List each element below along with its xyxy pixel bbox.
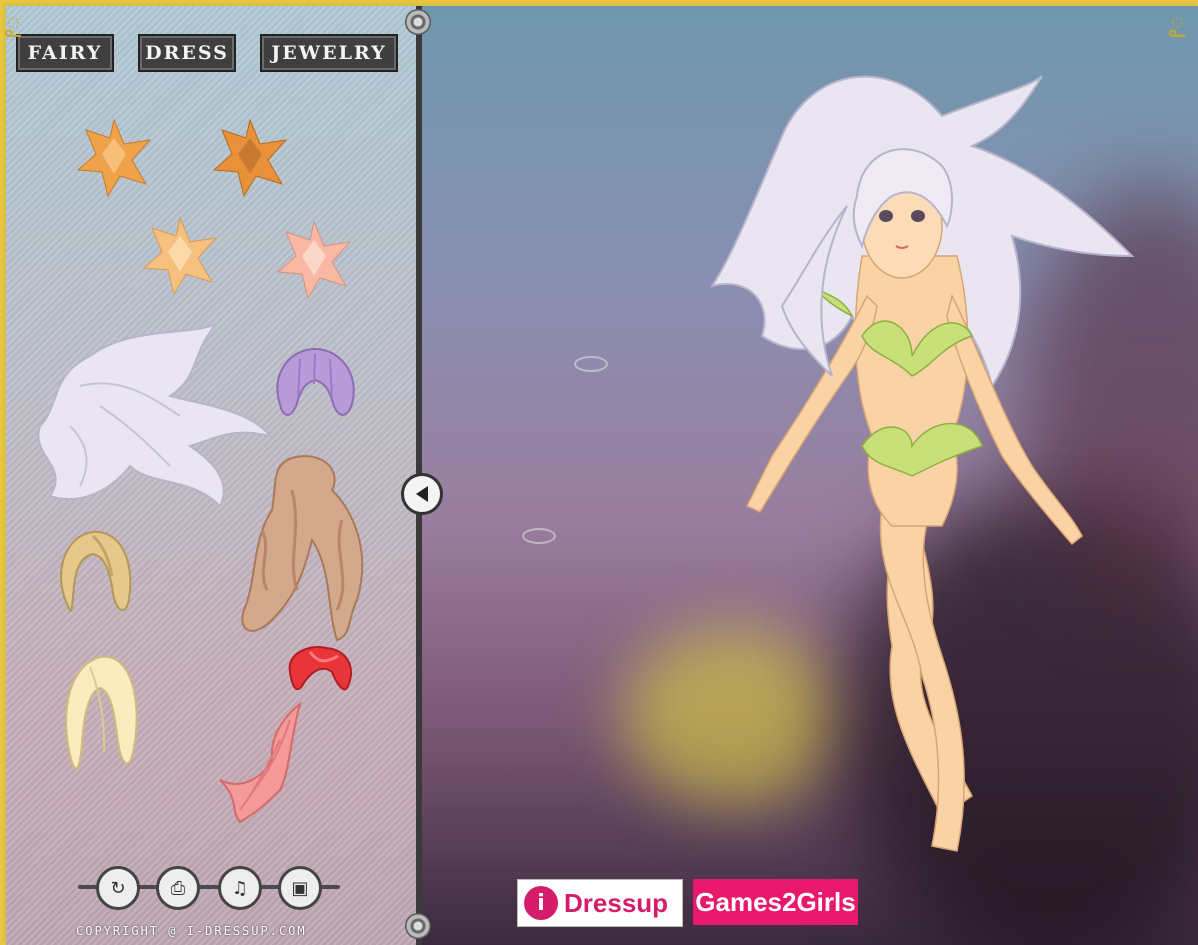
print-icon: ⎙ (170, 877, 186, 899)
fairy-stage (422, 6, 1198, 945)
tab-fairy[interactable]: FAIRY (16, 34, 114, 72)
game-frame: FAIRY DRESS JEWELRY ↻ ⎙ ♫ ▣ COPYRIGHT @ … (0, 0, 1198, 945)
hair-blonde-bob-item[interactable] (60, 652, 140, 776)
music-icon: ♫ (231, 877, 249, 899)
chevron-left-icon (416, 486, 428, 502)
sparkle-dust (522, 528, 556, 544)
sparkle-dust (574, 356, 608, 372)
copyright-text: COPYRIGHT @ I-DRESSUP.COM (76, 924, 307, 938)
hair-pink-long-item[interactable] (210, 700, 310, 826)
gear-icon (405, 913, 431, 939)
reset-button[interactable]: ↻ (96, 866, 140, 910)
tab-jewelry[interactable]: JEWELRY (260, 34, 398, 72)
hair-red-bun-item[interactable] (282, 642, 358, 698)
save-image-icon: ▣ (291, 877, 309, 899)
hair-blonde-short-item[interactable] (48, 526, 138, 618)
tab-dress[interactable]: DRESS (138, 34, 236, 72)
bottom-toolbar: ↻ ⎙ ♫ ▣ (78, 866, 340, 910)
games2girls-logo-link[interactable]: Games2Girls (693, 879, 858, 925)
gear-icon (405, 9, 431, 35)
reset-icon: ↻ (110, 877, 126, 899)
star-orange-dark-item[interactable] (210, 118, 290, 198)
collapse-panel-button[interactable] (401, 473, 443, 515)
idressup-badge: i (524, 886, 558, 920)
fairy-character (709, 75, 1135, 852)
star-peach-item[interactable] (140, 216, 220, 296)
wardrobe-panel: FAIRY DRESS JEWELRY ↻ ⎙ ♫ ▣ COPYRIGHT @ … (6, 6, 422, 945)
print-button[interactable]: ⎙ (156, 866, 200, 910)
games2girls-wordmark: Games2Girls (695, 886, 856, 917)
star-pink-item[interactable] (274, 220, 354, 300)
corner-swirl-icon: ౖ (5, 2, 22, 35)
category-tabs: FAIRY DRESS JEWELRY (16, 34, 398, 72)
hair-brown-wavy-item[interactable] (232, 450, 372, 642)
idressup-wordmark: Dressup (564, 887, 669, 918)
corner-swirl-icon: ౖ (1169, 2, 1186, 35)
idressup-logo-link[interactable]: i Dressup (517, 879, 683, 927)
save-image-button[interactable]: ▣ (278, 866, 322, 910)
music-button[interactable]: ♫ (218, 866, 262, 910)
hair-lilac-short-item[interactable] (270, 344, 360, 424)
star-orange-item[interactable] (74, 118, 154, 198)
